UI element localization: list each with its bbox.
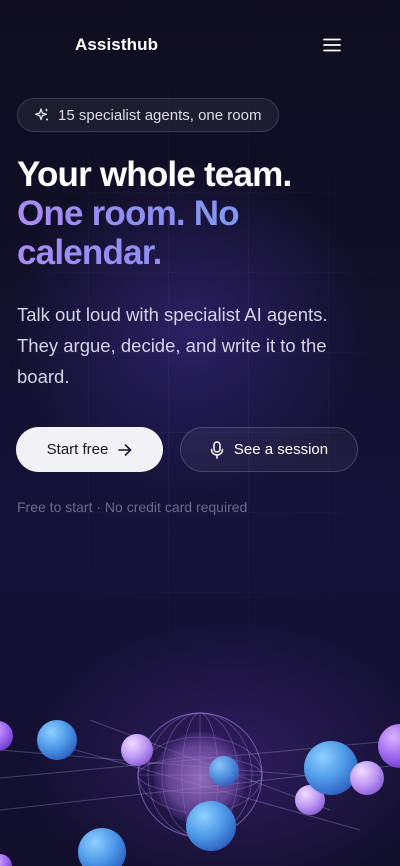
headline-line-1: Your whole team. <box>17 155 292 194</box>
see-session-button[interactable]: See a session <box>180 427 358 472</box>
start-free-button[interactable]: Start free <box>16 427 163 472</box>
agents-badge: 15 specialist agents, one room <box>17 98 280 132</box>
headline-line-2: One room. No <box>17 194 387 233</box>
headline-line-3: calendar. <box>17 233 387 272</box>
start-free-label: Start free <box>46 441 109 458</box>
menu-button[interactable] <box>318 32 346 58</box>
page-title: Your whole team. One room. No calendar. <box>17 155 387 272</box>
brand-name[interactable]: Assisthub <box>75 35 158 55</box>
arrow-right-icon <box>118 443 132 456</box>
agent-network-illustration <box>0 680 400 866</box>
sparkle-icon <box>34 107 50 123</box>
hero-subtitle: Talk out loud with specialist AI agents.… <box>17 304 328 387</box>
hamburger-menu-icon <box>323 38 341 52</box>
landing-page: Assisthub 15 specialist agents, one room… <box>0 0 400 866</box>
fineprint-text: Free to start · No credit card required <box>17 499 248 515</box>
see-session-label: See a session <box>233 441 329 458</box>
microphone-icon <box>210 440 224 459</box>
top-nav: Assisthub <box>0 0 400 90</box>
badge-text: 15 specialist agents, one room <box>58 106 262 124</box>
waveform-icon[interactable] <box>38 33 62 57</box>
